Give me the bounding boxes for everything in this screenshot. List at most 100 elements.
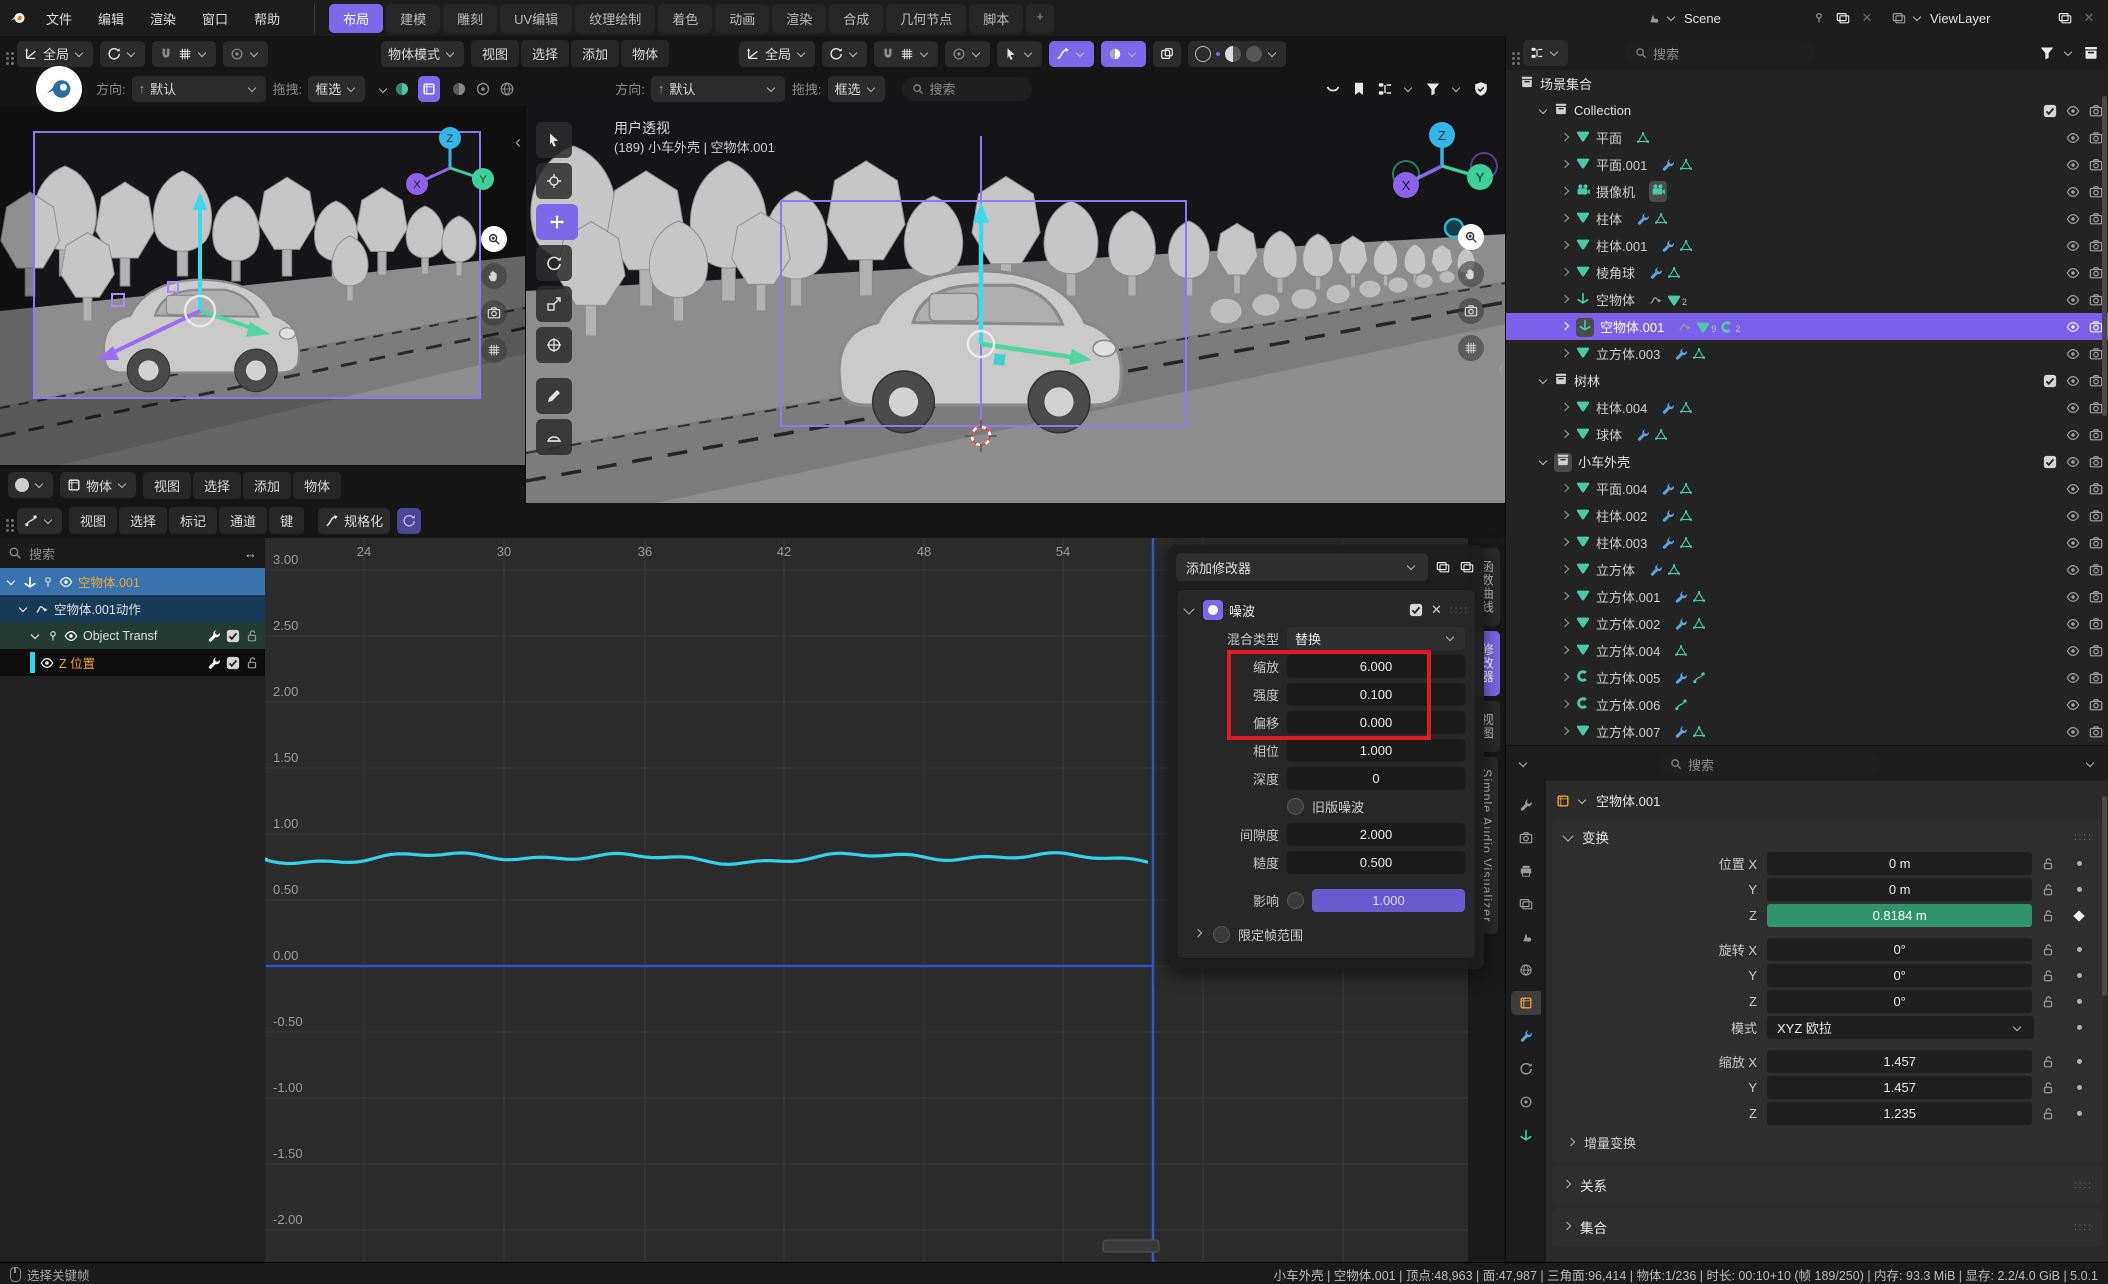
collections-panel[interactable]: 集合:::: (1552, 1208, 2103, 1246)
editor-type-button[interactable] (8, 472, 53, 498)
workspace-tab-7[interactable]: 渲染 (772, 4, 826, 33)
drag-grip[interactable] (6, 519, 9, 522)
transform-field[interactable]: 0° (1767, 938, 2032, 961)
modifier-delete-button[interactable]: ✕ (1429, 602, 1444, 618)
bookmark-icon[interactable] (1351, 81, 1367, 97)
menu-item-1[interactable]: 编辑 (86, 5, 136, 32)
modifier-enable-checkbox[interactable] (1409, 603, 1423, 617)
npanel-collapse-arrow[interactable]: ‹ (1498, 358, 1504, 379)
tab-physics[interactable] (1511, 1057, 1541, 1081)
new-scene-button[interactable] (1834, 9, 1852, 27)
menu-item-1[interactable]: 选择 (521, 40, 569, 67)
outliner-row[interactable]: 柱体.003 (1506, 529, 2108, 556)
outliner-row[interactable]: 立方体.002 (1506, 610, 2108, 637)
outliner-row[interactable]: 立方体.007 (1506, 718, 2108, 745)
animate-dot-icon[interactable] (2064, 947, 2095, 952)
drag-dropdown-main[interactable]: 框选 (828, 76, 885, 102)
drag-grip[interactable] (6, 52, 9, 55)
pan-hand-icon[interactable] (481, 263, 507, 289)
lock-icon[interactable] (2032, 1055, 2063, 1069)
animate-dot-icon[interactable] (2065, 1025, 2095, 1030)
relations-panel[interactable]: 关系:::: (1552, 1166, 2103, 1204)
transform-field[interactable]: 0° (1767, 990, 2032, 1013)
transform-field[interactable]: 1.457 (1767, 1076, 2032, 1099)
pivot-dropdown[interactable] (100, 41, 145, 67)
workspace-tab-6[interactable]: 动画 (715, 4, 769, 33)
snap-group-main[interactable] (874, 41, 938, 67)
drag-grip[interactable] (1512, 52, 1515, 55)
add-workspace-tab[interactable]: + (1026, 4, 1054, 33)
select-box-tool[interactable] (536, 122, 572, 158)
outliner-filter-icon[interactable] (2039, 45, 2055, 61)
new-collection-icon[interactable] (2083, 45, 2099, 61)
pivot-dropdown-main[interactable] (822, 41, 867, 67)
shading-material-button[interactable] (1225, 46, 1241, 62)
direction-dropdown-small[interactable]: ↑默认 (132, 76, 266, 102)
menu-item-3[interactable]: 物体 (293, 472, 341, 499)
scene-name[interactable]: Scene (1684, 11, 1804, 26)
menu-item-1[interactable]: 选择 (119, 507, 167, 534)
shading-wireframe-button[interactable] (1195, 46, 1211, 62)
main-3d-viewport[interactable]: 用户透视 (189) 小车外壳 | 空物体.001 (525, 106, 1506, 503)
transform-field[interactable]: 0.8184 m (1767, 904, 2032, 927)
camera-view-icon[interactable] (1458, 298, 1484, 324)
overlays-toggle[interactable] (1101, 41, 1146, 67)
delete-scene-button[interactable]: ✕ (1858, 9, 1876, 27)
phase-field[interactable]: 1.000 (1287, 739, 1465, 762)
annotate-frame-icon[interactable] (418, 76, 440, 102)
zoom-icon[interactable] (1458, 224, 1484, 250)
outliner-row[interactable]: 立方体.003 (1506, 340, 2108, 367)
properties-nav-chevron[interactable] (1519, 759, 1527, 767)
workspace-tab-4[interactable]: 纹理绘制 (575, 4, 655, 33)
scale-tool[interactable] (536, 286, 572, 322)
transform-tool[interactable] (536, 327, 572, 363)
select-tool-dropdown[interactable] (997, 41, 1042, 67)
outliner-row[interactable]: 立方体.005 (1506, 664, 2108, 691)
pan-hand-icon[interactable] (1458, 261, 1484, 287)
mode-dropdown[interactable]: 物体模式 (381, 41, 464, 67)
restrict-expand-chevron[interactable] (1194, 929, 1202, 937)
scale-field[interactable]: 6.000 (1287, 655, 1465, 678)
viewlayer-name[interactable]: ViewLayer (1930, 11, 2050, 26)
menu-item-3[interactable]: 物体 (621, 40, 669, 67)
menu-item-1[interactable]: 选择 (193, 472, 241, 499)
breadcrumb-chevron[interactable] (1578, 795, 1586, 803)
rotate-tool[interactable] (536, 245, 572, 281)
menu-item-0[interactable]: 视图 (471, 40, 519, 67)
outliner-row[interactable]: 平面.004 (1506, 475, 2108, 502)
outliner-row[interactable]: 场景集合 (1506, 70, 2108, 97)
workspace-tab-9[interactable]: 几何节点 (886, 4, 966, 33)
viewlayer-chevron-icon[interactable] (1913, 13, 1921, 21)
outliner-row[interactable]: 立方体.001 (1506, 583, 2108, 610)
cursor-tool[interactable] (536, 163, 572, 199)
offset-field[interactable]: 0.000 (1287, 711, 1465, 734)
outliner-row[interactable]: 立方体.004 (1506, 637, 2108, 664)
outliner-row[interactable]: 平面.001 (1506, 151, 2108, 178)
lock-icon[interactable] (2032, 909, 2063, 923)
tab-modifier-props[interactable] (1511, 1024, 1541, 1048)
blend-type-dropdown[interactable]: 替换 (1287, 627, 1465, 650)
shading-solid-button[interactable] (1216, 52, 1220, 56)
scene-chevron-icon[interactable] (1667, 13, 1675, 21)
transform-panel-header[interactable]: 变换 :::: (1552, 824, 2103, 850)
orientation-dropdown-small[interactable]: 全局 (17, 41, 93, 67)
outliner-row[interactable]: Collection (1506, 97, 2108, 124)
outliner-row[interactable]: 柱体 (1506, 205, 2108, 232)
auto-normalize-refresh-button[interactable] (397, 508, 421, 534)
halfshade-icon[interactable] (451, 81, 467, 97)
menu-item-0[interactable]: 文件 (34, 5, 84, 32)
animate-dot-icon[interactable] (2064, 1059, 2095, 1064)
delta-transform-row[interactable]: 增量变换 (1552, 1127, 2103, 1152)
lock-icon[interactable] (2032, 883, 2063, 897)
viewlayer-icon[interactable] (1892, 11, 1906, 25)
proportional-edit-group[interactable] (223, 41, 268, 67)
gradient-tool-icon[interactable] (394, 81, 410, 97)
workspace-tab-1[interactable]: 建模 (386, 4, 440, 33)
drag-dropdown-small[interactable]: 框选 (308, 76, 365, 102)
menu-item-3[interactable]: 窗口 (190, 5, 240, 32)
xray-toggle[interactable] (1153, 41, 1181, 67)
measure-tool[interactable] (536, 419, 572, 455)
move-tool[interactable] (536, 204, 578, 240)
editor-type-dropdown[interactable] (17, 508, 62, 534)
tab-view-layer[interactable] (1511, 892, 1541, 916)
